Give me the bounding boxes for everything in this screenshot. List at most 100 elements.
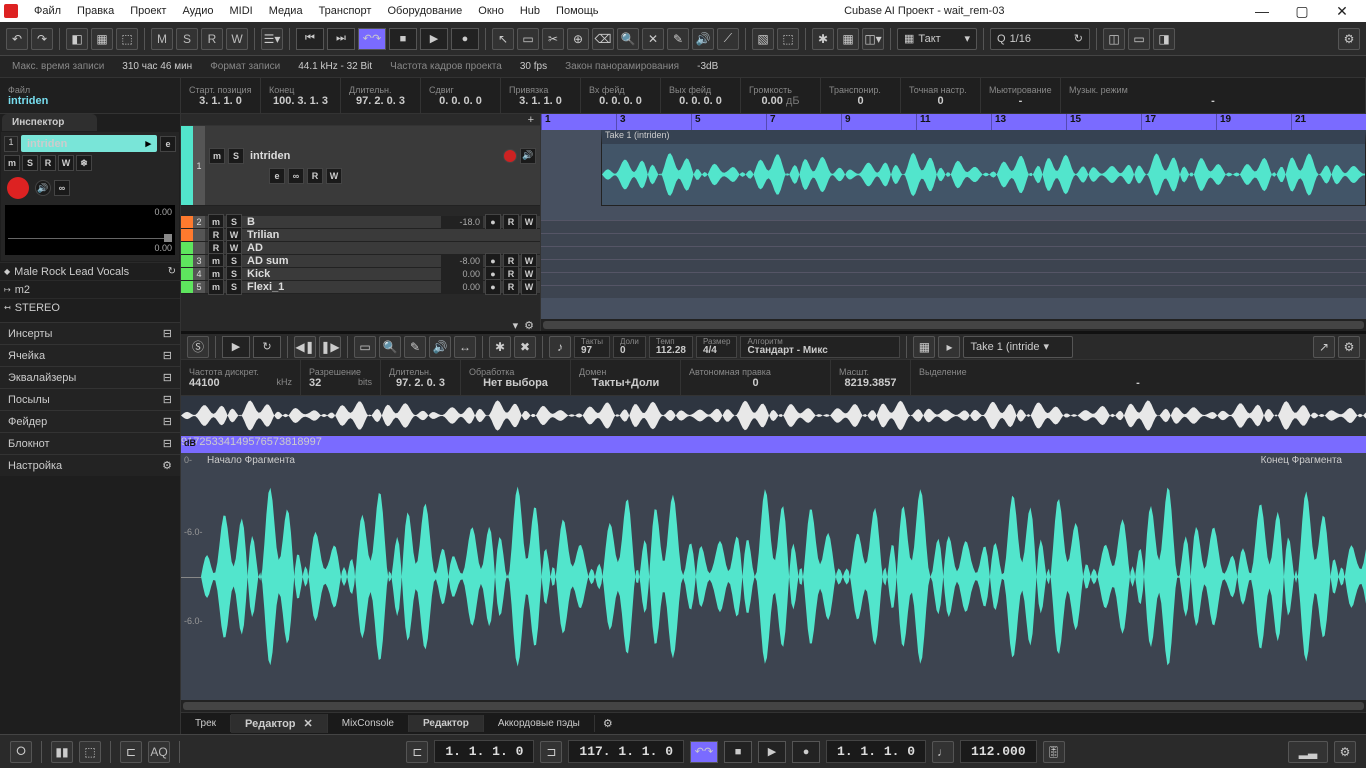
clip-name-field[interactable]: Take 1 (intride▾	[963, 336, 1073, 358]
arrow-tool[interactable]: ↖	[492, 28, 514, 50]
grid-dropdown[interactable]: ▦Такт▾	[897, 28, 977, 50]
preset-row[interactable]: ◆Male Rock Lead Vocals↻	[0, 262, 180, 280]
tab-editor-2[interactable]: Редактор	[409, 715, 484, 732]
track-rec-enable[interactable]	[503, 149, 517, 163]
layout-button-3[interactable]: ◨	[1153, 28, 1175, 50]
mute-tool[interactable]: ✕	[642, 28, 664, 50]
menu-help[interactable]: Помощь	[548, 3, 607, 19]
cycle-button[interactable]: ↶↷	[358, 28, 386, 50]
edit-channel-button[interactable]: e	[160, 136, 176, 152]
mode-value[interactable]: -	[1069, 95, 1357, 107]
rec-format-value[interactable]: 44.1 kHz - 32 Bit	[298, 61, 372, 72]
pan-law-value[interactable]: -3dB	[697, 61, 718, 72]
fader-section[interactable]: Фейдер⊟	[0, 410, 180, 432]
transport-record[interactable]: ●	[792, 741, 820, 763]
track-list-settings-icon[interactable]: ⚙	[524, 319, 534, 329]
automation-mode-button[interactable]: ☰▾	[261, 28, 283, 50]
editor-play-button[interactable]: ▶	[222, 336, 250, 358]
play-tool[interactable]: 🔊	[692, 28, 714, 50]
algorithm-dropdown[interactable]: АлгоритмСтандарт - Микс	[740, 336, 900, 358]
inspector-tab[interactable]: Инспектор	[2, 114, 97, 131]
transport-power-button[interactable]: ⭘	[10, 741, 32, 763]
eq-section[interactable]: Эквалайзеры⊟	[0, 366, 180, 388]
notepad-section[interactable]: Блокнот⊟	[0, 432, 180, 454]
finetune-value[interactable]: 0	[909, 95, 972, 107]
layout-button-1[interactable]: ◫	[1103, 28, 1125, 50]
menu-window[interactable]: Окно	[470, 3, 512, 19]
transpose-value[interactable]: 0	[829, 95, 892, 107]
strip-section[interactable]: Ячейка⊟	[0, 344, 180, 366]
menu-hub[interactable]: Hub	[512, 3, 548, 19]
editor-snap-button[interactable]: ✱	[489, 336, 511, 358]
editor-draw-tool[interactable]: ✎	[404, 336, 426, 358]
track-lanes-button[interactable]: ∞	[288, 168, 304, 184]
monitor-button[interactable]: 🔊	[35, 180, 51, 196]
transport-play[interactable]: ▶	[758, 741, 786, 763]
solo-button[interactable]: S	[22, 155, 38, 171]
editor-layout-2[interactable]: ▸	[938, 336, 960, 358]
punch-button[interactable]: ⬚	[79, 741, 101, 763]
editor-zoom-tool[interactable]: 🔍	[379, 336, 401, 358]
menu-devices[interactable]: Оборудование	[379, 3, 470, 19]
snap-toggle[interactable]: ✱	[812, 28, 834, 50]
right-locator[interactable]: 117. 1. 1. 0	[568, 740, 684, 763]
layout-button-2[interactable]: ▭	[1128, 28, 1150, 50]
locator-left-icon[interactable]: ⊏	[406, 741, 428, 763]
transport-settings-icon[interactable]: ⚙	[1334, 741, 1356, 763]
primary-time[interactable]: 1. 1. 1. 0	[826, 740, 926, 763]
editor-cross-button[interactable]: ✖	[514, 336, 536, 358]
editor-ruler[interactable]: dB 91725334149576573818997	[181, 436, 1366, 453]
range-tool[interactable]: ▭	[517, 28, 539, 50]
end-value[interactable]: 100. 3. 1. 3	[269, 95, 332, 107]
sig-field[interactable]: Размер4/4	[696, 336, 738, 358]
locator-right-icon[interactable]: ⊐	[540, 741, 562, 763]
tempo-display[interactable]: 112.000	[960, 740, 1037, 763]
menu-media[interactable]: Медиа	[261, 3, 311, 19]
sync-button[interactable]: ▮▮	[51, 741, 73, 763]
state-button-3[interactable]: ⬚	[116, 28, 138, 50]
menu-file[interactable]: Файл	[26, 3, 69, 19]
write-all-button[interactable]: W	[226, 28, 248, 50]
read-all-button[interactable]: R	[201, 28, 223, 50]
mute-value[interactable]: -	[989, 95, 1052, 107]
track-edit-button[interactable]: e	[269, 168, 285, 184]
framerate-value[interactable]: 30 fps	[520, 61, 547, 72]
tab-chord-pads[interactable]: Аккордовые пэды	[484, 715, 595, 732]
tab-editor[interactable]: Редактор✕	[231, 714, 328, 733]
overview-waveform[interactable]	[181, 396, 1366, 436]
play-button[interactable]: ▶	[420, 28, 448, 50]
read-button[interactable]: R	[40, 155, 56, 171]
tab-mixconsole[interactable]: MixConsole	[328, 715, 409, 732]
setup-section[interactable]: Настройка⚙	[0, 454, 180, 476]
length-value[interactable]: 97. 2. 0. 3	[349, 95, 412, 107]
editor-range-tool[interactable]: ▭	[354, 336, 376, 358]
editor-waveform-area[interactable]: Начало Фрагмента Конец Фрагмента 0- -6.0…	[181, 453, 1366, 700]
color-tool[interactable]: ▧	[752, 28, 774, 50]
bars-field[interactable]: Такты97	[574, 336, 610, 358]
redo-button[interactable]: ↷	[31, 28, 53, 50]
solo-all-button[interactable]: S	[176, 28, 198, 50]
state-button-1[interactable]: ◧	[66, 28, 88, 50]
menu-audio[interactable]: Аудио	[174, 3, 221, 19]
nudge-button[interactable]: ⬚	[777, 28, 799, 50]
glue-tool[interactable]: ⊕	[567, 28, 589, 50]
volume-value[interactable]: 0.00	[761, 95, 782, 107]
track-write[interactable]: W	[326, 168, 342, 184]
aq-button[interactable]: AQ	[148, 741, 170, 763]
inspector-track-name[interactable]: intriden▸	[21, 135, 157, 152]
menu-transport[interactable]: Транспорт	[311, 3, 380, 19]
minimize-button[interactable]: —	[1242, 3, 1282, 19]
quantize-dropdown[interactable]: Q1/16↻	[990, 28, 1090, 50]
close-button[interactable]: ✕	[1322, 3, 1362, 20]
settings-icon[interactable]: ⚙	[1338, 28, 1360, 50]
track-row[interactable]: 5mSFlexi_10.00●RW	[181, 281, 540, 294]
undo-button[interactable]: ↶	[6, 28, 28, 50]
solo-editor-button[interactable]: Ⓢ	[187, 336, 209, 358]
editor-settings-icon[interactable]: ⚙	[1338, 336, 1360, 358]
editor-next-button[interactable]: ❚▶	[319, 336, 341, 358]
transport-cycle[interactable]: ↶↷	[690, 741, 718, 763]
go-end-button[interactable]: ⏭	[327, 28, 355, 50]
beats-field[interactable]: Доли0	[613, 336, 646, 358]
track-read[interactable]: R	[307, 168, 323, 184]
record-enable-button[interactable]	[7, 177, 29, 199]
